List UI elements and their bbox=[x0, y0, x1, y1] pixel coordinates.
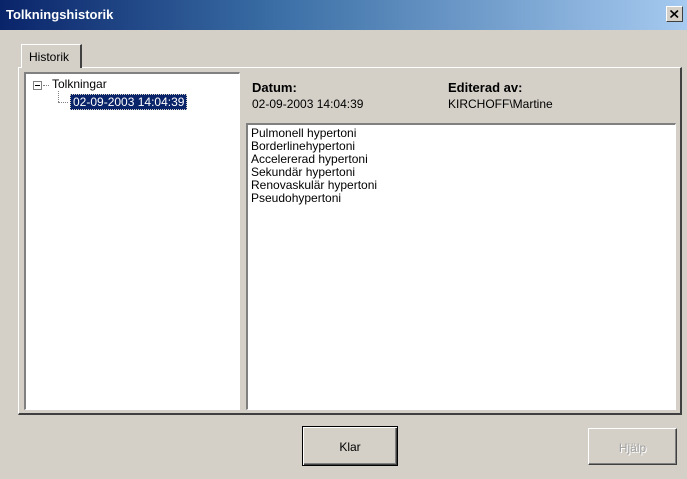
tab-historik-label: Historik bbox=[29, 50, 70, 64]
help-button[interactable]: Hjälp bbox=[588, 428, 677, 465]
klar-button[interactable]: Klar bbox=[302, 426, 398, 466]
tree-root-tolkningar[interactable]: Tolkningar bbox=[52, 77, 107, 91]
collapse-box-icon[interactable] bbox=[33, 81, 42, 90]
close-button[interactable] bbox=[666, 6, 683, 22]
date-value: 02-09-2003 14:04:39 bbox=[252, 97, 364, 111]
editor-value: KIRCHOFF\Martine bbox=[448, 97, 553, 111]
tab-historik[interactable]: Historik bbox=[21, 44, 82, 68]
interpretation-line: Pseudohypertoni bbox=[251, 191, 342, 205]
tree-connector bbox=[58, 102, 68, 103]
title-bar[interactable]: Tolkningshistorik bbox=[0, 0, 687, 30]
date-label: Datum: bbox=[252, 80, 297, 95]
tree-connector bbox=[58, 91, 59, 102]
window-title: Tolkningshistorik bbox=[6, 7, 114, 22]
tree-connector bbox=[43, 85, 49, 86]
history-tree[interactable]: Tolkningar 02-09-2003 14:04:39 bbox=[24, 72, 240, 410]
editor-label: Editerad av: bbox=[448, 80, 523, 95]
help-button-label: Hjälp bbox=[618, 441, 647, 455]
dialog-window: Tolkningshistorik Historik Tolkningar 02… bbox=[0, 0, 687, 479]
interpretation-text-box[interactable]: Pulmonell hypertoni Borderlinehypertoni … bbox=[246, 123, 676, 410]
tree-item-selected[interactable]: 02-09-2003 14:04:39 bbox=[70, 94, 188, 110]
klar-button-label: Klar bbox=[339, 440, 361, 454]
close-icon bbox=[670, 10, 679, 18]
